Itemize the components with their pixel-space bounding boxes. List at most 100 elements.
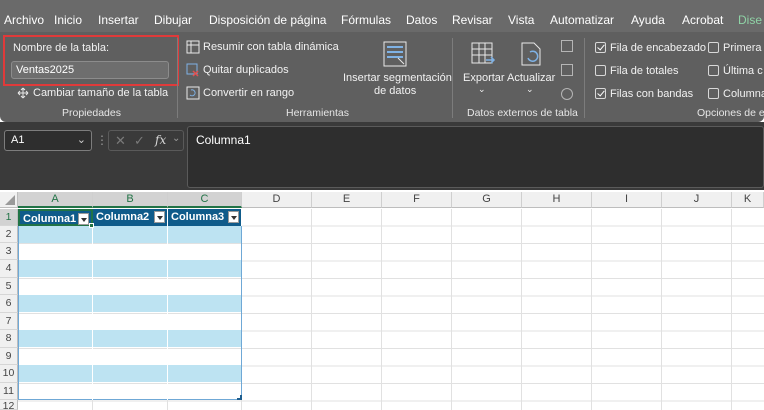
table-name-input[interactable]: Ventas2025 xyxy=(11,61,169,79)
tab-diseno-tabla[interactable]: Dise xyxy=(738,13,762,27)
row-header-5[interactable]: 5 xyxy=(0,278,18,295)
grid-line xyxy=(731,209,732,410)
formula-bar-area: A1 ⌄ ⋮ ✕ ✓ fx ⌄ Columna1 xyxy=(0,122,764,190)
formula-bar-more-icon[interactable]: ⋮ xyxy=(96,133,108,147)
select-all-corner[interactable] xyxy=(0,192,18,208)
fx-chevron-icon[interactable]: ⌄ xyxy=(172,133,180,144)
grid-line xyxy=(521,209,522,410)
refresh-button[interactable]: Actualizar xyxy=(507,72,555,84)
pivot-table-icon xyxy=(186,40,200,54)
grid-line xyxy=(381,209,382,410)
group-label-opciones-estilo: Opciones de es xyxy=(697,107,764,119)
insert-function-icon[interactable]: fx xyxy=(155,133,166,147)
refresh-icon xyxy=(518,41,544,67)
banded-columns-checkbox[interactable] xyxy=(708,88,719,99)
column-header-j[interactable]: J xyxy=(662,192,732,208)
formula-input[interactable]: Columna1 xyxy=(187,126,764,188)
tab-formulas[interactable]: Fórmulas xyxy=(341,13,391,27)
row-header-9[interactable]: 9 xyxy=(0,348,18,365)
table-resize-handle[interactable] xyxy=(237,395,242,400)
table-name-label: Nombre de la tabla: xyxy=(13,42,109,54)
header-row-label: Fila de encabezado xyxy=(610,42,707,54)
row-header-3[interactable]: 3 xyxy=(0,243,18,260)
row-header-10[interactable]: 10 xyxy=(0,365,18,383)
group-separator xyxy=(584,38,585,118)
tab-insertar[interactable]: Insertar xyxy=(98,13,139,27)
name-box-value: A1 xyxy=(11,134,25,146)
table-col-divider xyxy=(167,226,168,400)
column-header-g[interactable]: G xyxy=(452,192,522,208)
column-header-f[interactable]: F xyxy=(382,192,452,208)
column-header-i[interactable]: I xyxy=(592,192,662,208)
refresh-dropdown-chevron[interactable]: ⌄ xyxy=(526,84,534,95)
column-header-d[interactable]: D xyxy=(242,192,312,208)
row-header-6[interactable]: 6 xyxy=(0,295,18,313)
grid-line xyxy=(451,209,452,410)
row-header-2[interactable]: 2 xyxy=(0,226,18,243)
header-row-checkbox[interactable] xyxy=(595,42,606,53)
resize-table-button[interactable]: Cambiar tamaño de la tabla xyxy=(33,87,168,99)
table-header-label: Columna2 xyxy=(96,211,150,223)
group-label-propiedades: Propiedades xyxy=(62,107,121,119)
tab-disposicion[interactable]: Disposición de página xyxy=(209,13,326,27)
tab-dibujar[interactable]: Dibujar xyxy=(154,13,192,27)
export-icon xyxy=(470,41,496,67)
name-box-chevron-icon[interactable]: ⌄ xyxy=(77,133,86,146)
row-header-12[interactable]: 12 xyxy=(0,400,18,410)
name-box[interactable]: A1 ⌄ xyxy=(4,130,92,151)
tab-archivo[interactable]: Archivo xyxy=(4,13,44,27)
last-column-checkbox[interactable] xyxy=(708,65,719,76)
filter-dropdown-icon[interactable] xyxy=(154,211,165,223)
tab-acrobat[interactable]: Acrobat xyxy=(682,13,723,27)
table-header-cell[interactable]: Columna1 xyxy=(18,209,93,226)
row-header-11[interactable]: 11 xyxy=(0,383,18,400)
column-header-b[interactable]: B xyxy=(93,192,168,208)
slicer-icon xyxy=(382,40,408,68)
column-header-c[interactable]: C xyxy=(168,192,242,208)
tab-automatizar[interactable]: Automatizar xyxy=(550,13,614,27)
tab-vista[interactable]: Vista xyxy=(508,13,534,27)
grid-line xyxy=(311,209,312,410)
row-header-1[interactable]: 1 xyxy=(0,209,18,226)
properties-icon[interactable] xyxy=(561,40,573,52)
convert-range-icon xyxy=(186,86,200,100)
unlink-icon[interactable] xyxy=(561,88,573,100)
cancel-icon[interactable]: ✕ xyxy=(115,133,126,149)
banded-columns-label: Columna xyxy=(723,88,764,100)
table-header-label: Columna3 xyxy=(171,211,225,223)
column-header-k[interactable]: K xyxy=(732,192,764,208)
open-browser-icon[interactable] xyxy=(561,64,573,76)
row-header-8[interactable]: 8 xyxy=(0,330,18,348)
banded-rows-checkbox[interactable] xyxy=(595,88,606,99)
column-header-a[interactable]: A xyxy=(18,192,93,208)
group-label-datos-externos: Datos externos de tabla xyxy=(467,107,578,119)
insert-slicer-button[interactable]: Insertar segmentación xyxy=(343,72,452,84)
insert-slicer-button-line2[interactable]: de datos xyxy=(374,85,416,97)
tab-inicio[interactable]: Inicio xyxy=(54,13,82,27)
export-dropdown-chevron[interactable]: ⌄ xyxy=(478,84,486,95)
tab-revisar[interactable]: Revisar xyxy=(452,13,493,27)
column-header-h[interactable]: H xyxy=(522,192,592,208)
row-header-7[interactable]: 7 xyxy=(0,313,18,330)
table-header-cell[interactable]: Columna3 xyxy=(168,209,242,226)
grid-line xyxy=(591,209,592,410)
export-button[interactable]: Exportar xyxy=(463,72,505,84)
filter-dropdown-icon[interactable] xyxy=(228,211,239,223)
convert-to-range-button[interactable]: Convertir en rango xyxy=(203,87,294,99)
column-header-e[interactable]: E xyxy=(312,192,382,208)
tab-ayuda[interactable]: Ayuda xyxy=(631,13,665,27)
pivot-summary-button[interactable]: Resumir con tabla dinámica xyxy=(203,41,339,53)
row-header-4[interactable]: 4 xyxy=(0,260,18,278)
total-row-label: Fila de totales xyxy=(610,65,679,77)
remove-duplicates-button[interactable]: Quitar duplicados xyxy=(203,64,289,76)
total-row-checkbox[interactable] xyxy=(595,65,606,76)
table-border xyxy=(18,209,242,400)
fill-handle[interactable] xyxy=(89,223,94,228)
first-column-checkbox[interactable] xyxy=(708,42,719,53)
grid-line xyxy=(661,209,662,410)
enter-icon[interactable]: ✓ xyxy=(134,133,145,149)
tab-datos[interactable]: Datos xyxy=(406,13,437,27)
group-separator xyxy=(452,38,453,118)
filter-dropdown-icon[interactable] xyxy=(78,213,89,225)
table-header-cell[interactable]: Columna2 xyxy=(93,209,168,226)
